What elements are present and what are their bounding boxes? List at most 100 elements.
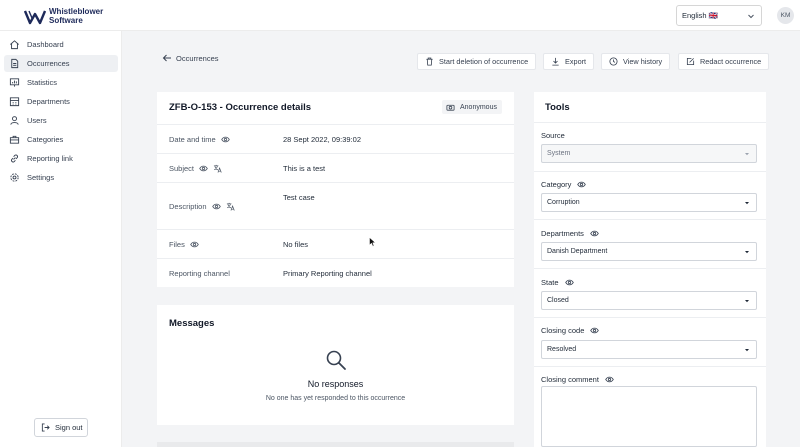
sidebar-item-label: Departments: [27, 97, 70, 106]
sidebar-item-users[interactable]: Users: [4, 112, 118, 129]
users-icon: [10, 116, 19, 125]
translate-icon[interactable]: [226, 202, 235, 211]
avatar[interactable]: KM: [777, 7, 794, 24]
top-bar: Whistleblower Software English 🇬🇧 KM: [0, 0, 800, 31]
subject-value: This is a test: [283, 164, 326, 173]
sidebar-item-label: Statistics: [27, 78, 58, 87]
eye-icon[interactable]: [605, 375, 614, 384]
redact-occurrence-button[interactable]: Redact occurrence: [678, 53, 770, 70]
details-row-subject: Subject This is a test: [157, 153, 514, 182]
view-history-button[interactable]: View history: [601, 53, 671, 70]
tools-source-section: Source System: [534, 122, 766, 171]
download-icon: [552, 57, 559, 66]
tools-departments-section: Departments Danish Department: [534, 219, 766, 268]
source-select: System: [541, 144, 757, 163]
source-label: Source: [541, 131, 565, 140]
details-row-description: Description Test case: [157, 182, 514, 229]
eye-icon[interactable]: [577, 180, 587, 189]
details-row-reporting-channel: Reporting channel Primary Reporting chan…: [157, 258, 514, 287]
state-select[interactable]: Closed: [541, 291, 757, 310]
sidebar: Dashboard Occurrences Statistics Departm…: [0, 31, 122, 447]
brand-line-2: Software: [49, 15, 83, 25]
reporting-channel-label: Reporting channel: [169, 269, 230, 278]
tools-category-section: Category Corruption: [534, 171, 766, 219]
sidebar-item-label: Users: [27, 116, 47, 125]
closing-comment-textarea[interactable]: [541, 386, 757, 447]
arrow-left-icon: [162, 54, 171, 62]
departments-label: Departments: [541, 229, 599, 238]
sidebar-item-reporting-link[interactable]: Reporting link: [4, 150, 118, 167]
language-select[interactable]: English 🇬🇧: [676, 5, 762, 26]
source-label-text: Source: [541, 131, 565, 140]
next-card-edge: [157, 442, 514, 447]
tools-closing-code-section: Closing code Resolved: [534, 317, 766, 366]
sidebar-item-settings[interactable]: Settings: [4, 169, 118, 186]
sidebar-item-dashboard[interactable]: Dashboard: [4, 36, 118, 53]
no-responses-title: No responses: [307, 379, 364, 389]
closing-comment-label: Closing comment: [541, 375, 614, 384]
departments-label-text: Departments: [541, 229, 584, 238]
chevron-down-icon: [748, 14, 754, 18]
briefcase-icon: [9, 135, 20, 144]
start-deletion-label: Start deletion of occurrence: [439, 57, 529, 66]
description-value: Test case: [283, 193, 315, 202]
tools-title: Tools: [545, 102, 570, 113]
tools-state-section: State Closed: [534, 268, 766, 317]
building-icon: [9, 97, 20, 107]
logo[interactable]: Whistleblower Software: [24, 7, 103, 25]
brand-name: Whistleblower Software: [49, 7, 103, 25]
eye-icon[interactable]: [564, 278, 574, 287]
home-icon: [10, 40, 19, 50]
anonymous-badge: Anonymous: [442, 100, 502, 114]
eye-icon[interactable]: [190, 240, 199, 249]
category-label: Category: [541, 180, 587, 189]
date-label: Date and time: [169, 135, 230, 144]
sign-out-button[interactable]: Sign out: [34, 418, 88, 437]
mouse-cursor-icon: [369, 237, 376, 247]
search-icon: [326, 350, 346, 370]
eye-icon[interactable]: [590, 229, 599, 238]
closing-code-label-text: Closing code: [541, 326, 585, 335]
subject-label-text: Subject: [169, 164, 195, 173]
sidebar-item-departments[interactable]: Departments: [4, 93, 118, 110]
sidebar-item-label: Occurrences: [27, 59, 70, 68]
date-value: 28 Sept 2022, 09:39:02: [283, 135, 361, 144]
sidebar-item-label: Reporting link: [27, 154, 73, 163]
messages-card: Messages No responses No one has yet res…: [157, 305, 514, 425]
description-label: Description: [169, 202, 235, 211]
back-label: Occurrences: [176, 53, 219, 63]
departments-select[interactable]: Danish Department: [541, 242, 757, 261]
chevron-down-icon: [745, 201, 749, 204]
sidebar-item-statistics[interactable]: Statistics: [4, 74, 118, 91]
chevron-down-icon: [745, 348, 749, 351]
sign-out-icon: [41, 423, 50, 432]
state-label-text: State: [541, 278, 559, 287]
eye-icon[interactable]: [220, 135, 230, 144]
details-title: ZFB-O-153 - Occurrence details: [169, 102, 312, 113]
chart-icon: [9, 78, 20, 87]
details-row-date: Date and time 28 Sept 2022, 09:39:02: [157, 124, 514, 153]
chevron-down-icon: [745, 299, 749, 302]
document-icon: [11, 58, 19, 69]
reporting-channel-value: Primary Reporting channel: [283, 269, 372, 278]
sidebar-item-occurrences[interactable]: Occurrences: [4, 55, 118, 72]
category-select[interactable]: Corruption: [541, 193, 757, 212]
eye-icon[interactable]: [590, 326, 600, 335]
description-label-text: Description: [169, 202, 207, 211]
eye-icon[interactable]: [211, 202, 221, 211]
sign-out-label: Sign out: [55, 423, 83, 432]
closing-code-select[interactable]: Resolved: [541, 340, 757, 359]
translate-icon[interactable]: [213, 164, 222, 173]
sidebar-item-categories[interactable]: Categories: [4, 131, 118, 148]
start-deletion-button[interactable]: Start deletion of occurrence: [417, 53, 537, 70]
export-button[interactable]: Export: [543, 53, 595, 70]
files-value: No files: [283, 240, 309, 249]
whistleblower-logo-icon: [24, 10, 46, 24]
eye-icon[interactable]: [199, 164, 208, 173]
edit-icon: [686, 57, 695, 66]
clock-icon: [609, 57, 618, 66]
trash-icon: [426, 57, 433, 66]
view-history-label: View history: [623, 57, 663, 66]
back-to-occurrences-link[interactable]: Occurrences: [162, 53, 219, 63]
language-value: English 🇬🇧: [682, 11, 719, 20]
